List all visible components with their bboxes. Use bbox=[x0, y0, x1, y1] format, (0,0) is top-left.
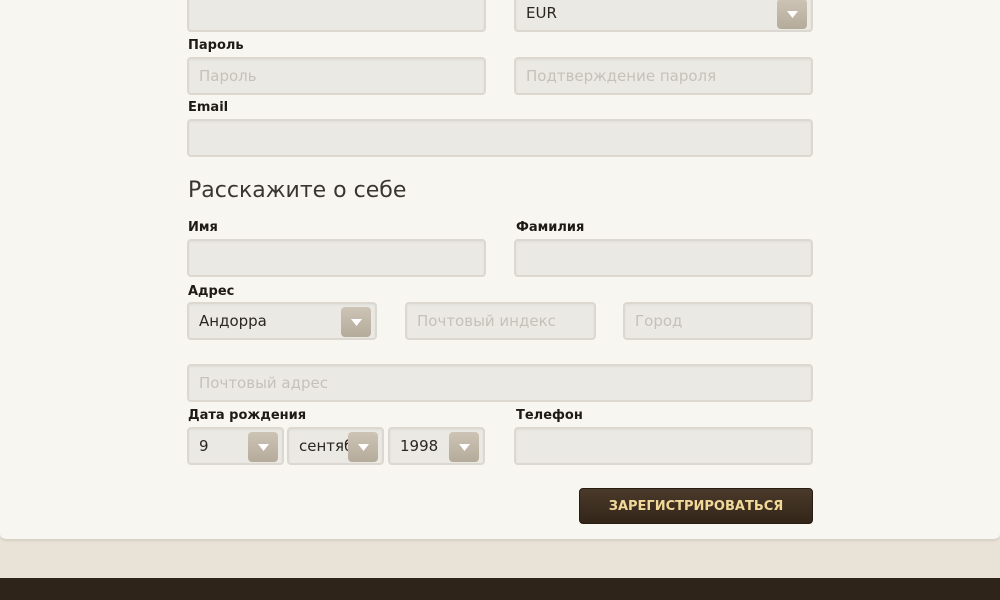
postal-address-field[interactable]: Почтовый адрес bbox=[187, 364, 813, 402]
password-placeholder: Пароль bbox=[199, 67, 257, 85]
confirm-password-field[interactable]: Подтверждение пароля bbox=[514, 57, 813, 95]
confirm-password-placeholder: Подтверждение пароля bbox=[526, 67, 717, 85]
last-name-label: Фамилия bbox=[516, 220, 585, 235]
chevron-down-icon[interactable] bbox=[777, 0, 807, 29]
birth-year-value: 1998 bbox=[400, 437, 439, 455]
birth-year-select[interactable]: 1998 bbox=[388, 427, 485, 465]
birthdate-label: Дата рождения bbox=[188, 408, 307, 423]
birth-day-value: 9 bbox=[199, 437, 209, 455]
password-label: Пароль bbox=[188, 38, 244, 53]
chevron-down-icon[interactable] bbox=[341, 307, 371, 337]
birth-month-select[interactable]: сентября bbox=[287, 427, 384, 465]
zip-placeholder: Почтовый индекс bbox=[417, 312, 556, 330]
email-field[interactable] bbox=[187, 119, 813, 157]
register-button[interactable]: ЗАРЕГИСТРИРОВАТЬСЯ bbox=[579, 488, 813, 524]
city-field[interactable]: Город bbox=[623, 302, 813, 340]
chevron-down-icon[interactable] bbox=[348, 432, 378, 462]
phone-field[interactable] bbox=[514, 427, 813, 465]
currency-select[interactable]: EUR bbox=[514, 0, 813, 32]
address-label: Адрес bbox=[188, 284, 235, 299]
first-name-label: Имя bbox=[188, 220, 218, 235]
country-value: Андорра bbox=[199, 312, 267, 330]
password-field[interactable]: Пароль bbox=[187, 57, 486, 95]
zip-field[interactable]: Почтовый индекс bbox=[405, 302, 596, 340]
country-select[interactable]: Андорра bbox=[187, 302, 377, 340]
last-name-field[interactable] bbox=[514, 239, 813, 277]
chevron-down-icon[interactable] bbox=[449, 432, 479, 462]
first-name-field[interactable] bbox=[187, 239, 486, 277]
footer-strip bbox=[0, 578, 1000, 600]
birth-day-select[interactable]: 9 bbox=[187, 427, 284, 465]
email-label: Email bbox=[188, 100, 229, 115]
registration-card: EUR Пароль Пароль Подтверждение пароля E… bbox=[0, 0, 1000, 540]
chevron-down-icon[interactable] bbox=[248, 432, 278, 462]
section-heading: Расскажите о себе bbox=[188, 178, 407, 203]
login-field[interactable] bbox=[187, 0, 486, 32]
postal-address-placeholder: Почтовый адрес bbox=[199, 374, 328, 392]
currency-value: EUR bbox=[526, 4, 557, 22]
registration-page: EUR Пароль Пароль Подтверждение пароля E… bbox=[0, 0, 1000, 600]
city-placeholder: Город bbox=[635, 312, 683, 330]
phone-label: Телефон bbox=[516, 408, 583, 423]
